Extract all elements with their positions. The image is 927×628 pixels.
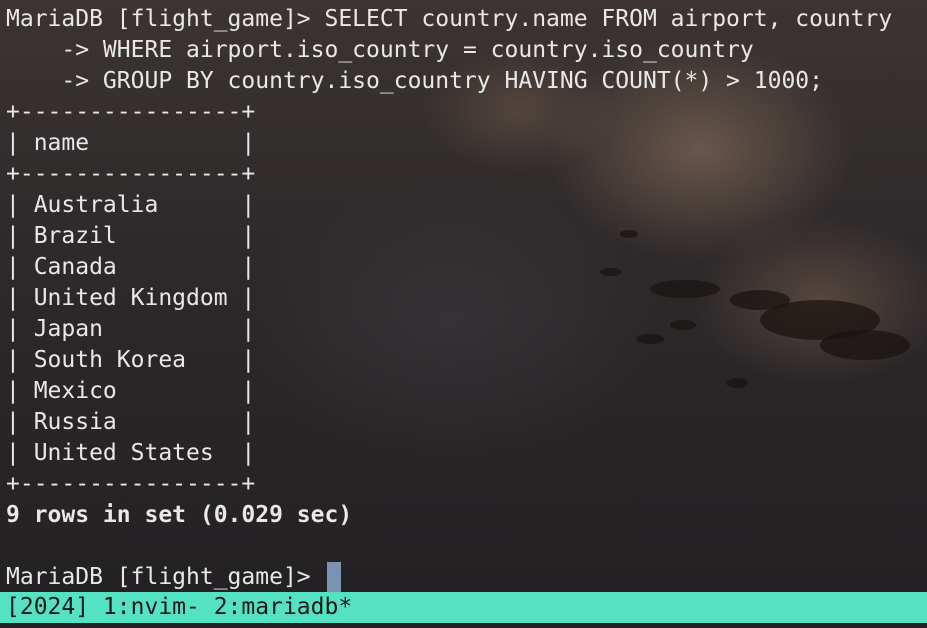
table-border: +----------------+ [6, 471, 256, 497]
table-row: | United Kingdom | [6, 285, 256, 311]
table-border: +----------------+ [6, 99, 256, 125]
table-row: | Canada | [6, 254, 256, 280]
mariadb-prompt: MariaDB [flight_game]> [6, 564, 325, 590]
table-row: | Mexico | [6, 378, 256, 404]
sql-query-line: MariaDB [flight_game]> SELECT country.na… [6, 6, 893, 32]
prompt-line[interactable]: MariaDB [flight_game]> [6, 562, 927, 593]
text-cursor [326, 562, 341, 592]
table-header-row: | name | [6, 130, 256, 156]
table-row: | South Korea | [6, 347, 256, 373]
table-border: +----------------+ [6, 161, 256, 187]
table-row: | United States | [6, 440, 256, 466]
table-row: | Brazil | [6, 223, 256, 249]
table-row: | Japan | [6, 316, 256, 342]
table-row: | Russia | [6, 409, 256, 435]
sql-query-line: -> WHERE airport.iso_country = country.i… [6, 37, 754, 63]
terminal-output[interactable]: MariaDB [flight_game]> SELECT country.na… [6, 4, 927, 593]
table-row: | Australia | [6, 192, 256, 218]
result-summary: 9 rows in set (0.029 sec) [6, 502, 353, 528]
tmux-status-bar: [2024] 1:nvim- 2:mariadb* [0, 592, 927, 623]
sql-query-line: -> GROUP BY country.iso_country HAVING C… [6, 68, 823, 94]
